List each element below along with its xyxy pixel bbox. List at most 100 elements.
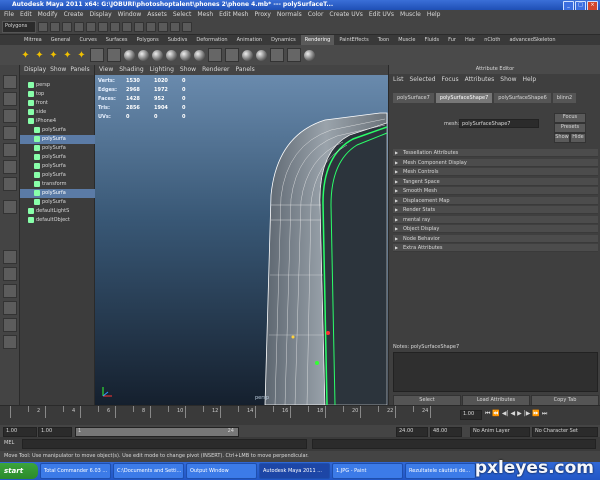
shelf-tab-mitrrea[interactable]: Mitrrea	[20, 35, 46, 45]
menu-edit[interactable]: Edit	[20, 10, 32, 19]
render-icon[interactable]	[158, 21, 168, 32]
play-back-icon[interactable]: ◀	[511, 410, 516, 418]
ae-section-header[interactable]: Extra Attributes	[393, 244, 598, 252]
camera-aim-icon[interactable]	[107, 48, 121, 62]
light-icon[interactable]: ✦	[20, 50, 31, 61]
ae-section-header[interactable]: Render Stats	[393, 206, 598, 214]
select-tool-icon[interactable]	[3, 75, 17, 89]
material-sphere-icon[interactable]	[256, 49, 267, 61]
shelf-tab-surfaces[interactable]: Surfaces	[102, 35, 132, 45]
ae-section-header[interactable]: Displacement Map	[393, 196, 598, 205]
ae-menu-help[interactable]: Help	[522, 75, 536, 85]
snap-curve-icon[interactable]	[122, 21, 132, 32]
perspective-viewport[interactable]: View Shading Lighting Show Renderer Panels Ve…	[95, 65, 388, 405]
new-scene-icon[interactable]	[38, 21, 48, 32]
command-input[interactable]	[22, 439, 307, 449]
ae-menu-selected[interactable]: Selected	[410, 75, 436, 85]
rotate-tool-icon[interactable]	[3, 143, 17, 157]
ae-tab[interactable]: polySurfaceShape6	[494, 93, 551, 103]
taskbar-item[interactable]: 1.JPG - Paint	[332, 463, 403, 479]
shelf-tab-muscle[interactable]: Muscle	[394, 35, 419, 45]
go-to-start-icon[interactable]: ⏮	[485, 410, 490, 418]
outliner-item[interactable]: defaultLightS	[20, 207, 103, 216]
outliner-item[interactable]: persp	[20, 81, 103, 90]
shelf-tab-subdivs[interactable]: Subdivs	[164, 35, 192, 45]
material-sphere-icon[interactable]	[304, 49, 315, 61]
four-view-layout-icon[interactable]	[3, 267, 17, 281]
select-hierarchy-icon[interactable]	[74, 21, 84, 32]
render-settings-icon[interactable]	[182, 21, 192, 32]
end-time-field[interactable]: 48.00	[430, 427, 462, 437]
single-perspective-layout-icon[interactable]	[3, 250, 17, 264]
playback-start-field[interactable]: 1.00	[38, 427, 72, 437]
snap-point-icon[interactable]	[134, 21, 144, 32]
outliner-item[interactable]: side	[20, 108, 103, 117]
range-bar[interactable]: 1 24	[75, 427, 239, 437]
snap-grid-icon[interactable]	[110, 21, 120, 32]
viewport-menu-lighting[interactable]: Lighting	[150, 65, 174, 75]
material-sphere-icon[interactable]	[180, 49, 191, 61]
shelf-tab-polygons[interactable]: Polygons	[132, 35, 162, 45]
anim-layer-dropdown[interactable]: No Anim Layer	[470, 427, 530, 437]
hide-button[interactable]: Hide	[570, 133, 586, 143]
focus-button[interactable]: Focus	[554, 113, 586, 123]
persp-outliner-layout-icon[interactable]	[3, 284, 17, 298]
menu-color[interactable]: Color	[308, 10, 324, 19]
ae-section-header[interactable]: Smooth Mesh	[393, 187, 598, 195]
time-slider[interactable]: 1.00 ⏮ ⏪ ◀| ◀ ▶ |▶ ⏩ ⏭ 2 4 6 8 10 12 14 16 18 20 2…	[0, 405, 600, 425]
step-forward-frame-icon[interactable]: |▶	[524, 410, 531, 418]
batch-render-icon[interactable]	[270, 48, 284, 62]
mesh-name-field[interactable]: polySurfaceShape7	[459, 119, 539, 128]
ae-menu-attributes[interactable]: Attributes	[465, 75, 495, 85]
step-back-frame-icon[interactable]: ◀|	[502, 410, 509, 418]
taskbar-item[interactable]: Rezultatele cãutării de...	[405, 463, 476, 479]
lasso-tool-icon[interactable]	[3, 92, 17, 106]
history-icon[interactable]	[146, 21, 156, 32]
show-button[interactable]: Show	[554, 133, 570, 143]
current-frame-field[interactable]: 1.00	[460, 410, 482, 420]
menu-set-dropdown[interactable]: Polygons	[2, 20, 36, 33]
menu-file[interactable]: File	[4, 10, 14, 19]
taskbar-item[interactable]: C:\Documents and Setti...	[113, 463, 184, 479]
outliner-menu-show[interactable]: Show	[50, 65, 66, 75]
shelf-tab-painteffects[interactable]: PaintEffects	[335, 35, 372, 45]
menu-mesh[interactable]: Mesh	[197, 10, 213, 19]
shelf-tab-fluids[interactable]: Fluids	[421, 35, 444, 45]
play-forward-icon[interactable]: ▶	[517, 410, 522, 418]
taskbar-item[interactable]: Total Commander 6.03 ...	[40, 463, 111, 479]
light-icon[interactable]: ✦	[62, 50, 73, 61]
ae-menu-show[interactable]: Show	[500, 75, 516, 85]
menu-create[interactable]: Create	[64, 10, 84, 19]
shelf-tab-advancedskeleton[interactable]: advancedSkeleton	[505, 35, 559, 45]
material-sphere-icon[interactable]	[242, 49, 253, 61]
ae-tab[interactable]: polySurface7	[393, 93, 434, 103]
material-sphere-icon[interactable]	[194, 49, 205, 61]
last-tool-icon[interactable]	[3, 200, 17, 214]
viewport-menu-panels[interactable]: Panels	[235, 65, 254, 75]
ae-section-header[interactable]: Tangent Space	[393, 177, 598, 186]
manipulator-tool-icon[interactable]	[3, 177, 17, 191]
light-icon[interactable]: ✦	[48, 50, 59, 61]
light-icon[interactable]: ✦	[76, 50, 87, 61]
outliner-item[interactable]: top	[20, 90, 103, 99]
shelf-tab-animation[interactable]: Animation	[233, 35, 267, 45]
outliner-layout-icon[interactable]	[3, 335, 17, 349]
menu-select[interactable]: Select	[173, 10, 192, 19]
ipr-render-icon[interactable]	[170, 21, 180, 32]
outliner-item[interactable]: front	[20, 99, 103, 108]
outliner-item[interactable]: defaultObject	[20, 216, 103, 225]
presets-button[interactable]: Presets	[554, 123, 586, 133]
move-tool-icon[interactable]	[3, 126, 17, 140]
select-component-icon[interactable]	[98, 21, 108, 32]
ae-section-header[interactable]: Mesh Controls	[393, 168, 598, 176]
scale-tool-icon[interactable]	[3, 160, 17, 174]
taskbar-item[interactable]: Autodesk Maya 2011 ...	[259, 463, 330, 479]
ae-section-header[interactable]: Mesh Component Display	[393, 158, 598, 167]
menu-edit-mesh[interactable]: Edit Mesh	[219, 10, 248, 19]
shelf-tab-general[interactable]: General	[47, 35, 75, 45]
mel-label[interactable]: MEL	[4, 440, 14, 446]
go-to-end-icon[interactable]: ⏭	[542, 410, 547, 418]
hypershade-icon[interactable]	[208, 48, 222, 62]
shelf-tab-toon[interactable]: Toon	[374, 35, 394, 45]
character-set-dropdown[interactable]: No Character Set	[532, 427, 598, 437]
